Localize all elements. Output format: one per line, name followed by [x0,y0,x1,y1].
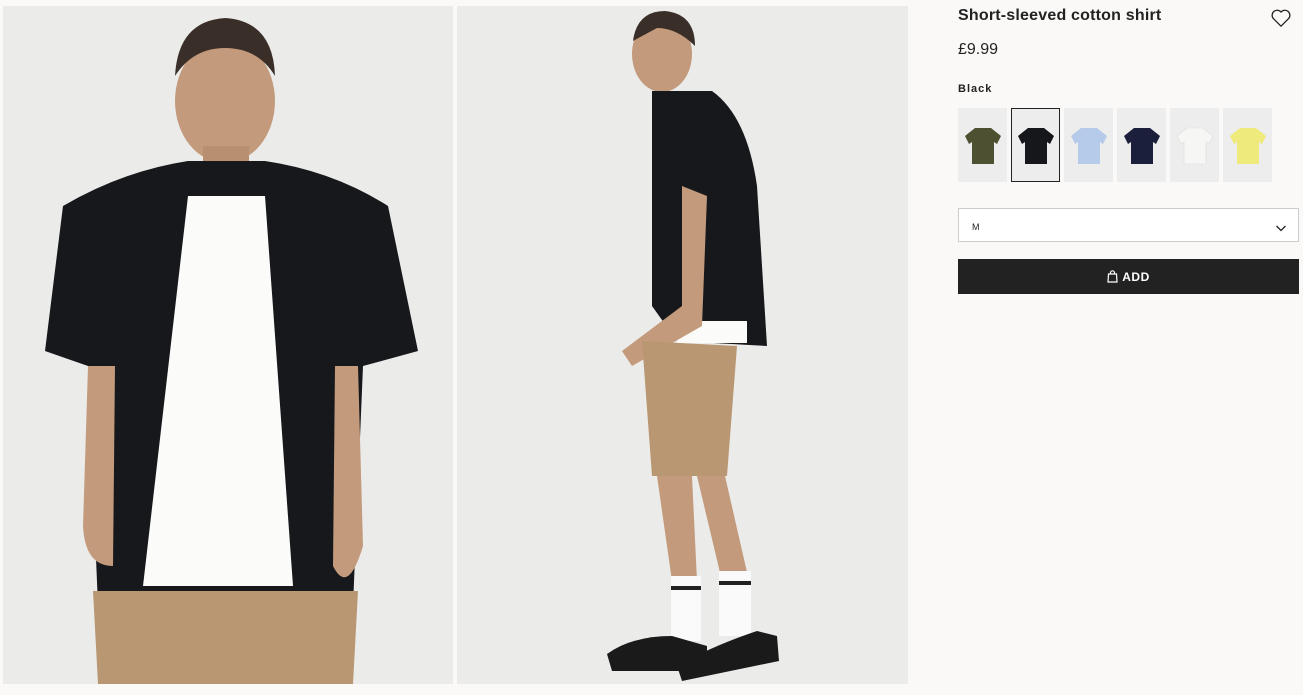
product-image-front[interactable] [3,6,453,684]
product-title: Short-sleeved cotton shirt [958,7,1162,24]
chevron-down-icon [1275,220,1287,232]
swatch-dark-blue[interactable] [1117,108,1166,182]
product-details-panel: Short-sleeved cotton shirt £9.99 Black M… [958,0,1299,695]
swatch-light-yellow[interactable] [1223,108,1272,182]
swatch-khaki-green[interactable] [958,108,1007,182]
shirt-icon [1123,128,1160,164]
shirt-icon [1017,128,1054,164]
model-front-illustration [3,6,453,684]
add-button-label: ADD [1122,269,1150,284]
product-image-side[interactable] [457,6,908,684]
heart-icon[interactable] [1270,8,1292,28]
shirt-icon [1229,128,1266,164]
shopping-bag-icon [1107,270,1118,283]
shirt-icon [1176,127,1213,165]
product-page: Short-sleeved cotton shirt £9.99 Black M… [0,0,1303,695]
model-side-illustration [457,6,908,684]
colour-swatch-list [958,108,1272,182]
size-dropdown[interactable]: M [958,208,1299,242]
swatch-light-blue[interactable] [1064,108,1113,182]
shirt-icon [964,128,1001,164]
selected-colour-label: Black [958,83,993,95]
shirt-icon [1070,128,1107,164]
size-selected-value: M [972,222,980,232]
swatch-white[interactable] [1170,108,1219,182]
swatch-black[interactable] [1011,108,1060,182]
product-price: £9.99 [958,41,999,58]
add-to-bag-button[interactable]: ADD [958,259,1299,294]
